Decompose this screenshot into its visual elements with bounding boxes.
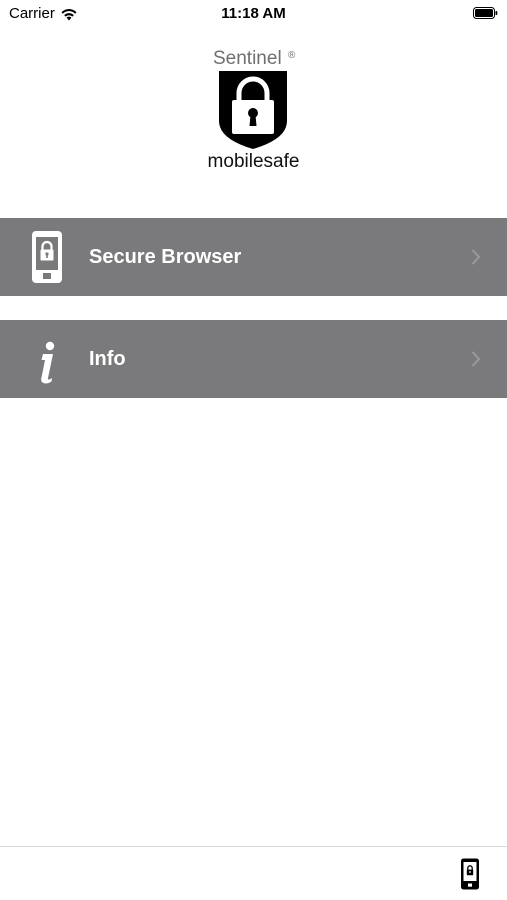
locked-phone-icon[interactable] xyxy=(460,858,480,890)
battery-icon xyxy=(473,7,498,19)
secure-browser-row[interactable]: Secure Browser xyxy=(0,218,507,296)
logo-registered-mark: ® xyxy=(288,50,296,61)
status-time: 11:18 AM xyxy=(221,5,286,22)
app-screen: Carrier 11:18 AM Sentinel ® mobilesafe S… xyxy=(0,0,507,900)
chevron-right-icon xyxy=(472,351,480,367)
info-row[interactable]: Info xyxy=(0,320,507,398)
logo-product-text: mobilesafe xyxy=(207,151,300,172)
info-label: Info xyxy=(89,348,126,370)
info-icon xyxy=(41,341,55,384)
locked-phone-icon xyxy=(32,231,62,283)
logo-brand-text: Sentinel xyxy=(213,48,282,69)
status-bar: Carrier 11:18 AM xyxy=(0,0,507,28)
secure-browser-label: Secure Browser xyxy=(89,246,242,268)
shield-lock-icon xyxy=(219,71,287,149)
chevron-right-icon xyxy=(472,249,480,265)
bottom-toolbar xyxy=(0,846,507,900)
app-logo: Sentinel ® mobilesafe xyxy=(0,46,507,176)
